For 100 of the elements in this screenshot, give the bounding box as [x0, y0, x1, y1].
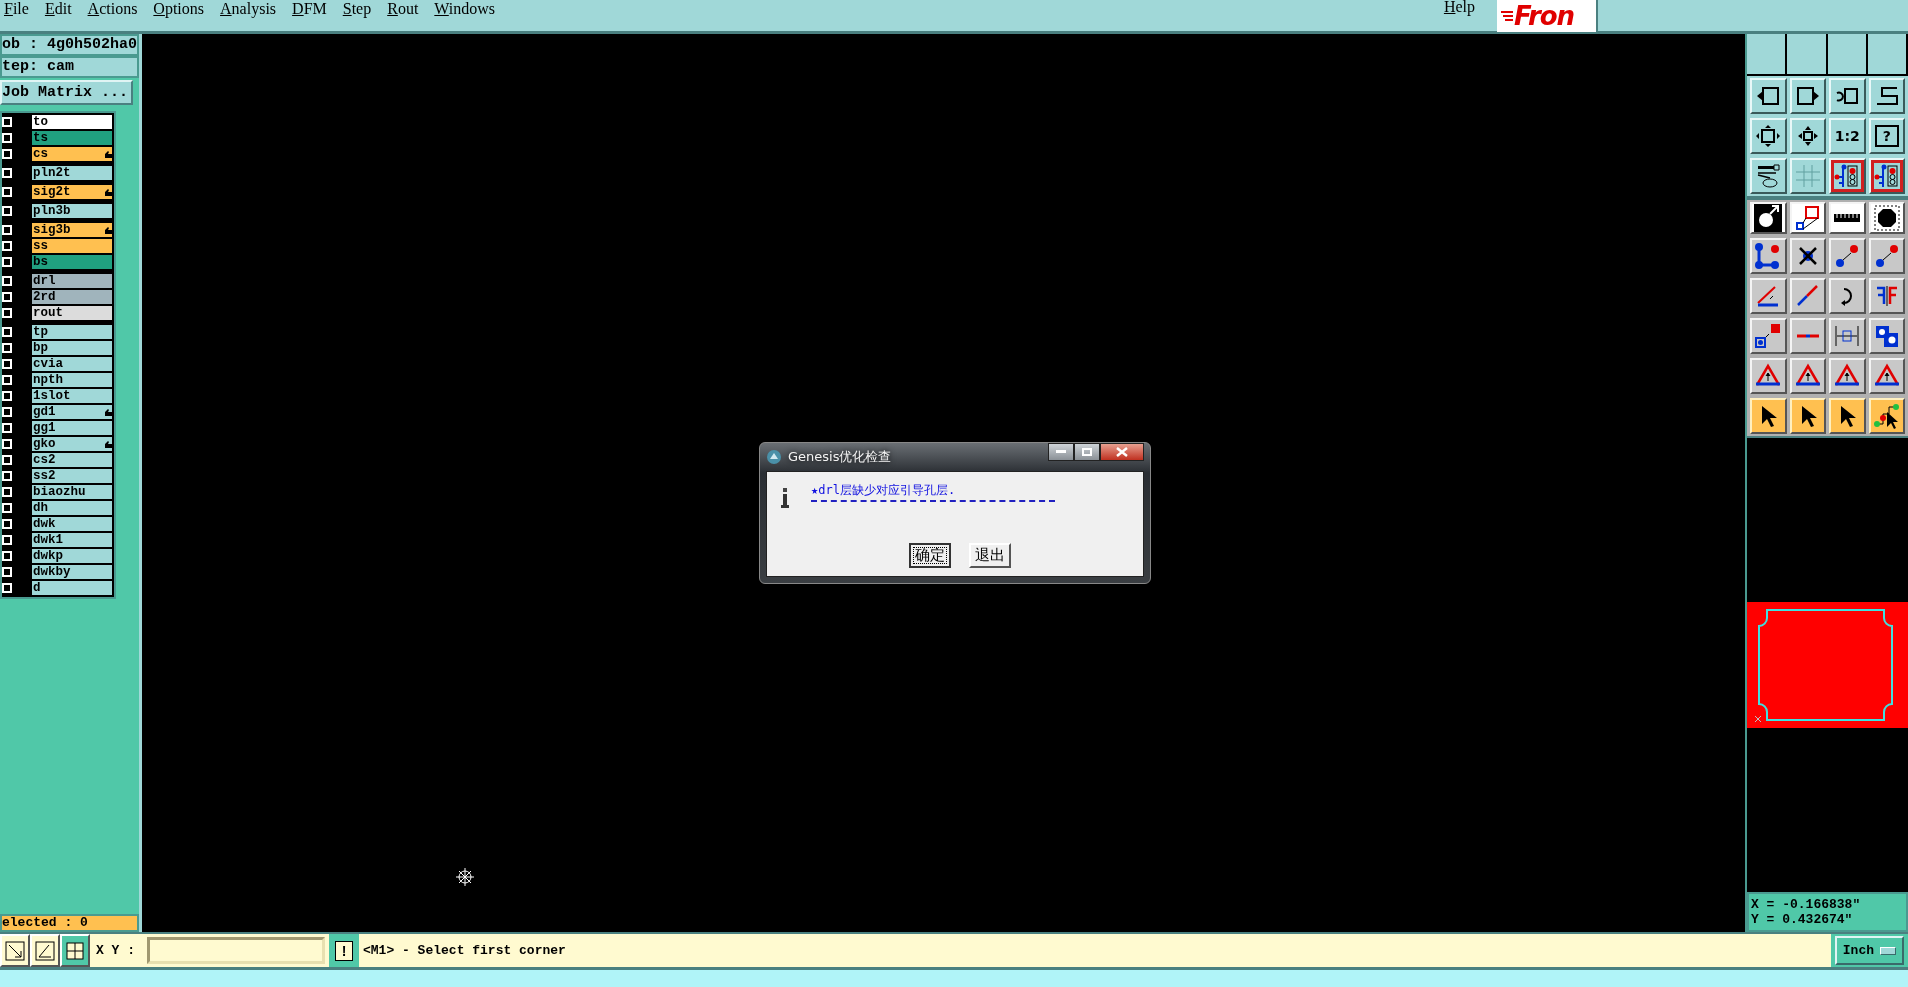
checkbox[interactable]: [2, 551, 12, 561]
checkbox[interactable]: [2, 503, 12, 513]
checkbox[interactable]: [2, 241, 12, 251]
toolbar-button[interactable]: [1829, 158, 1866, 194]
layer-item[interactable]: bs: [32, 255, 112, 269]
layer-item[interactable]: drl: [32, 274, 112, 288]
layer-item[interactable]: pln2t: [32, 166, 112, 180]
units-dropdown[interactable]: Inch: [1834, 936, 1904, 965]
toolbar-button[interactable]: [1829, 358, 1866, 394]
toolbar-button[interactable]: [1750, 358, 1787, 394]
toolbar-button[interactable]: [1750, 118, 1787, 154]
layer-item[interactable]: 2rd: [32, 290, 112, 304]
layer-item[interactable]: dh: [32, 501, 112, 515]
checkbox[interactable]: [2, 149, 12, 159]
layer-item[interactable]: pln3b: [32, 204, 112, 218]
toolbar-button[interactable]: [1868, 238, 1905, 274]
layer-item[interactable]: rout: [32, 306, 112, 320]
toolbar-button[interactable]: [1829, 398, 1866, 434]
checkbox[interactable]: [2, 375, 12, 385]
toolbar-button[interactable]: [1789, 278, 1826, 314]
layer-item[interactable]: 1slot: [32, 389, 112, 403]
checkbox[interactable]: [2, 535, 12, 545]
toolbar-button[interactable]: ?: [1868, 118, 1905, 154]
dialog-button[interactable]: 退出: [969, 543, 1011, 568]
toolbar-button[interactable]: [1868, 158, 1905, 194]
layer-item[interactable]: gko: [32, 437, 112, 451]
toolbar-button[interactable]: [1868, 278, 1905, 314]
checkbox[interactable]: [2, 471, 12, 481]
checkbox[interactable]: [2, 583, 12, 593]
checkbox[interactable]: [2, 276, 12, 286]
layer-item[interactable]: dwkp: [32, 549, 112, 563]
checkbox[interactable]: [2, 423, 12, 433]
layer-item[interactable]: cvia: [32, 357, 112, 371]
toolbar-button[interactable]: [1868, 318, 1905, 354]
toolbar-button[interactable]: [1868, 78, 1905, 114]
layer-item[interactable]: biaozhu: [32, 485, 112, 499]
checkbox[interactable]: [2, 343, 12, 353]
toolbar-button[interactable]: [1750, 278, 1787, 314]
dialog-button[interactable]: 确定: [909, 543, 951, 568]
toolbar-button[interactable]: [1829, 238, 1866, 274]
toolbar-button[interactable]: [1750, 238, 1787, 274]
checkbox[interactable]: [2, 327, 12, 337]
toolbar-button[interactable]: [1829, 202, 1866, 234]
toolbar-button[interactable]: [1789, 78, 1826, 114]
toolbar-button[interactable]: [1750, 398, 1787, 434]
grid-tool-button[interactable]: [60, 934, 90, 967]
checkbox[interactable]: [2, 359, 12, 369]
toolbar-button[interactable]: [1750, 318, 1787, 354]
toolbar-button[interactable]: [1789, 318, 1826, 354]
checkbox[interactable]: [2, 292, 12, 302]
layer-item[interactable]: bp: [32, 341, 112, 355]
checkbox[interactable]: [2, 117, 12, 127]
menu-item[interactable]: DFM: [288, 0, 339, 18]
toolbar-button[interactable]: 1:2: [1829, 118, 1866, 154]
command-button[interactable]: !: [329, 934, 359, 967]
toolbar-button[interactable]: [1789, 158, 1826, 194]
toolbar-button[interactable]: [1868, 202, 1905, 234]
layer-item[interactable]: tp: [32, 325, 112, 339]
measure-tool-button[interactable]: [30, 934, 60, 967]
checkbox[interactable]: [2, 407, 12, 417]
menu-item[interactable]: Analysis: [216, 0, 289, 18]
layer-item[interactable]: dwkby: [32, 565, 112, 579]
toolbar-button[interactable]: [1829, 318, 1866, 354]
layer-item[interactable]: d: [32, 581, 112, 595]
menu-item[interactable]: Edit: [40, 0, 84, 18]
menu-item[interactable]: Options: [149, 0, 217, 18]
menu-item[interactable]: Rout: [383, 0, 431, 18]
zoom-tool-button[interactable]: [0, 934, 30, 967]
toolbar-button[interactable]: [1789, 238, 1826, 274]
toolbar-button[interactable]: [1789, 118, 1826, 154]
layer-item[interactable]: sig2t: [32, 185, 112, 199]
layer-item[interactable]: cs: [32, 147, 112, 161]
toolbar-button[interactable]: [1868, 358, 1905, 394]
checkbox[interactable]: [2, 168, 12, 178]
layer-item[interactable]: gg1: [32, 421, 112, 435]
toolbar-button[interactable]: [1750, 202, 1787, 234]
checkbox[interactable]: [2, 487, 12, 497]
toolbar-button[interactable]: [1829, 278, 1866, 314]
layer-item[interactable]: to: [32, 115, 112, 129]
layer-item[interactable]: gd1: [32, 405, 112, 419]
checkbox[interactable]: [2, 225, 12, 235]
layer-item[interactable]: ss: [32, 239, 112, 253]
xy-input-field[interactable]: [147, 937, 325, 964]
toolbar-button[interactable]: [1789, 358, 1826, 394]
layer-item[interactable]: ss2: [32, 469, 112, 483]
minimize-button[interactable]: [1048, 443, 1074, 461]
toolbar-button[interactable]: [1750, 78, 1787, 114]
checkbox[interactable]: [2, 308, 12, 318]
toolbar-button[interactable]: [1789, 398, 1826, 434]
toolbar-button[interactable]: [1750, 158, 1787, 194]
layer-item[interactable]: sig3b: [32, 223, 112, 237]
job-matrix-button[interactable]: Job Matrix ...: [0, 80, 133, 105]
help-menu[interactable]: Help: [1427, 0, 1491, 14]
layer-item[interactable]: npth: [32, 373, 112, 387]
checkbox[interactable]: [2, 133, 12, 143]
toolbar-button[interactable]: [1829, 78, 1866, 114]
checkbox[interactable]: [2, 257, 12, 267]
layer-item[interactable]: dwk: [32, 517, 112, 531]
checkbox[interactable]: [2, 519, 12, 529]
checkbox[interactable]: [2, 391, 12, 401]
